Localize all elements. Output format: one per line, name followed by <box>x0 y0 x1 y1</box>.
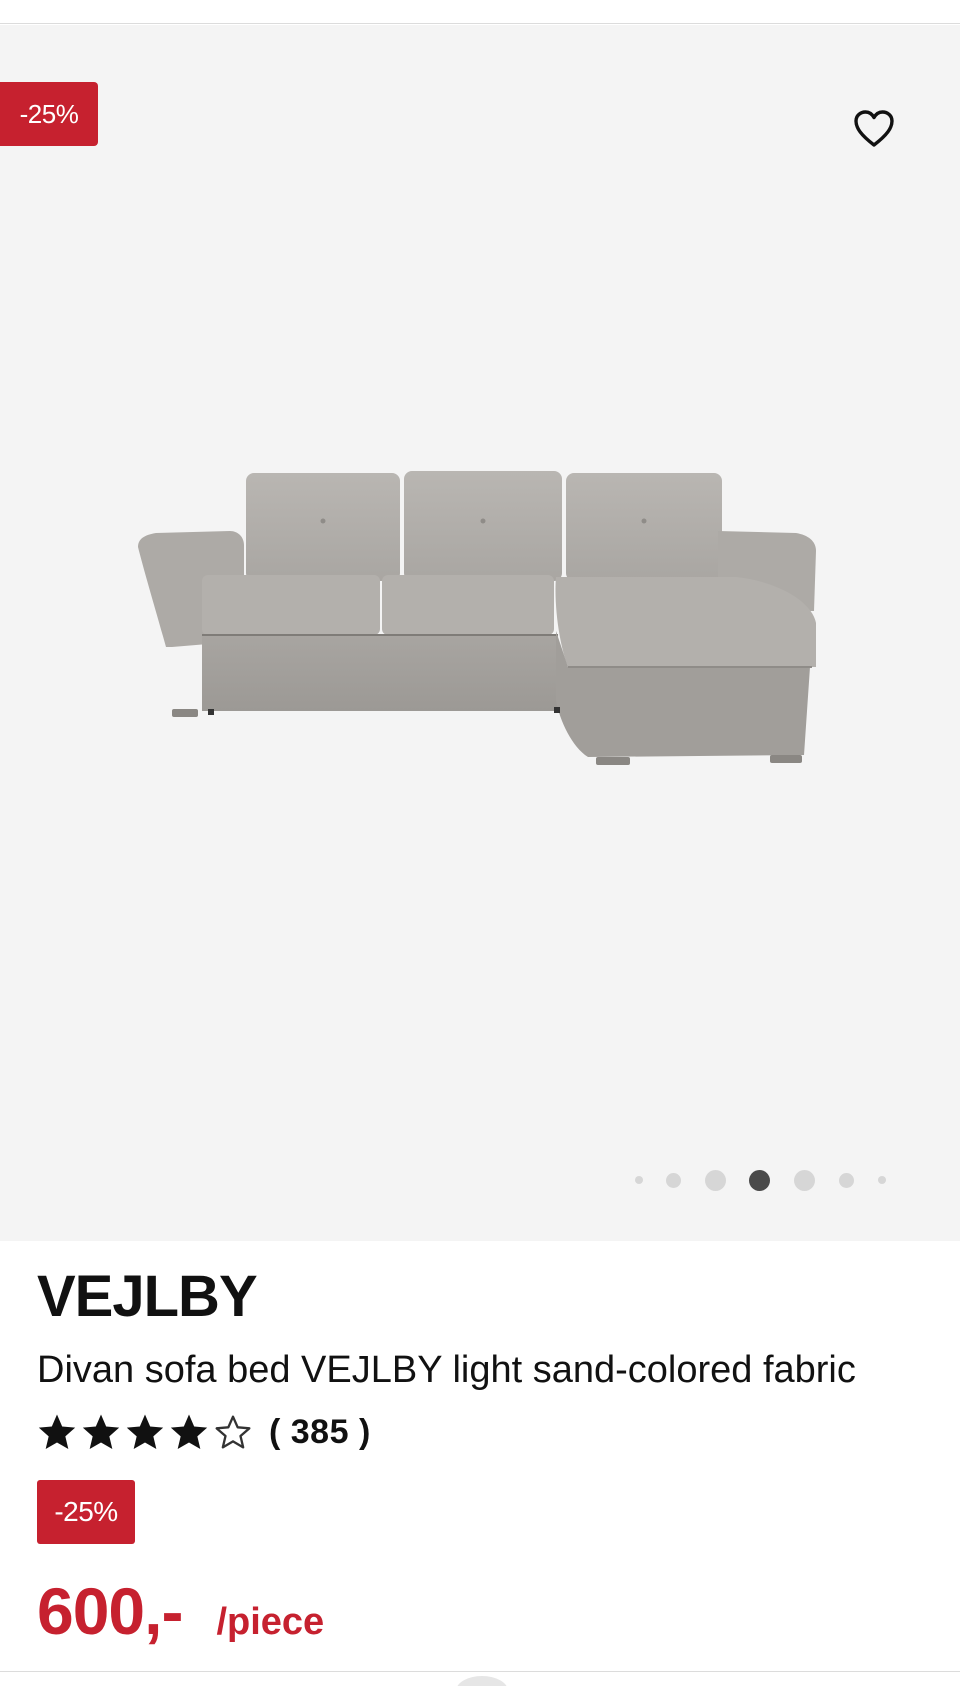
star-filled-icon <box>126 1414 164 1449</box>
product-description[interactable]: Divan sofa bed VEJLBY light sand-colored… <box>37 1346 856 1394</box>
favorite-button[interactable] <box>850 105 898 153</box>
star-outline-icon <box>215 1415 251 1449</box>
discount-badge-gallery: -25% <box>0 82 98 146</box>
product-brand[interactable]: VEJLBY <box>37 1262 258 1332</box>
discount-badge: -25% <box>37 1480 135 1544</box>
carousel-dot-active[interactable] <box>749 1170 770 1191</box>
product-rating[interactable]: ( 385 ) <box>37 1406 371 1458</box>
divider <box>0 1671 960 1672</box>
review-count[interactable]: ( 385 ) <box>269 1413 371 1452</box>
price-row: 600,- /piece <box>37 1572 324 1650</box>
scroll-hint <box>456 1676 508 1686</box>
carousel-dot[interactable] <box>878 1176 886 1184</box>
product-price: 600,- <box>37 1574 183 1648</box>
heart-outline-icon <box>854 110 894 147</box>
star-filled-icon <box>38 1414 76 1449</box>
product-image-gallery[interactable]: -25% <box>0 25 960 1241</box>
sofa-product-image <box>138 471 816 765</box>
carousel-dot[interactable] <box>794 1170 815 1191</box>
carousel-dot[interactable] <box>635 1176 643 1184</box>
carousel-dot[interactable] <box>705 1170 726 1191</box>
star-filled-icon <box>82 1414 120 1449</box>
price-unit: /piece <box>216 1601 325 1643</box>
top-bar <box>0 0 960 24</box>
carousel-dot[interactable] <box>666 1173 681 1188</box>
star-filled-icon <box>170 1414 208 1449</box>
rating-stars <box>37 1412 257 1452</box>
carousel-dot[interactable] <box>839 1173 854 1188</box>
